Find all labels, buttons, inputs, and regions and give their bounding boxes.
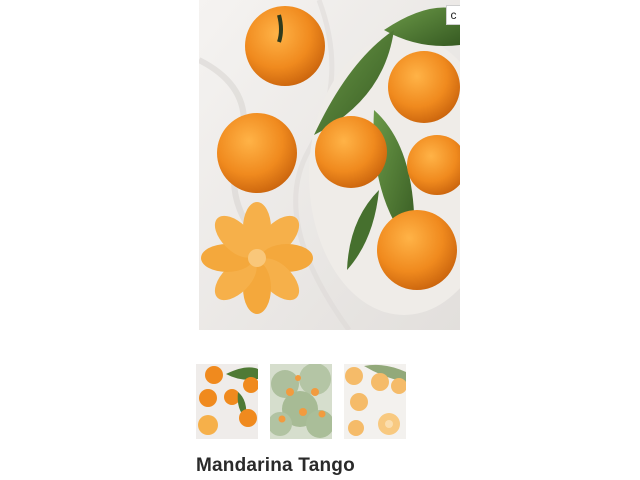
zoom-button[interactable]: c: [446, 5, 460, 25]
thumbnail-1[interactable]: [196, 364, 258, 439]
mandarins-on-cloth-thumb: [196, 364, 258, 439]
mandarin-tree-thumb: [270, 364, 332, 439]
product-gallery-page: c Mandarina Tango: [0, 0, 640, 480]
main-product-image[interactable]: c: [199, 0, 460, 330]
mandarins-photo: [199, 0, 460, 330]
thumbnail-3[interactable]: [344, 364, 406, 439]
thumbnail-2[interactable]: [270, 364, 332, 439]
mandarin-halves-thumb: [344, 364, 406, 439]
product-title: Mandarina Tango: [196, 455, 355, 476]
thumbnail-strip: [196, 364, 406, 439]
